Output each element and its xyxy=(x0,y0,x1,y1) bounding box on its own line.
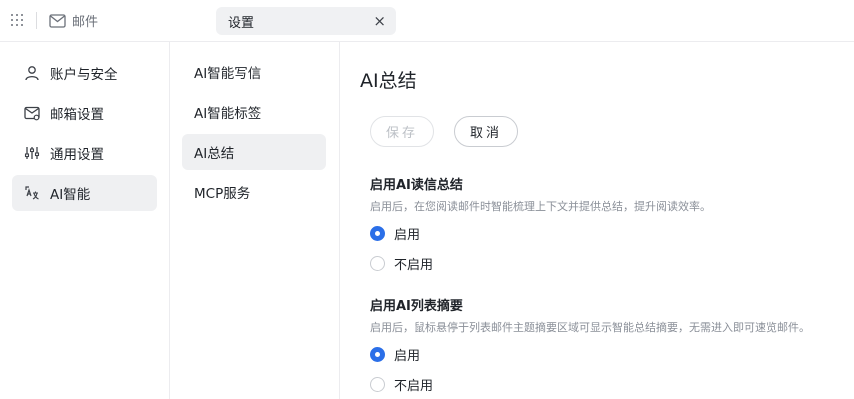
radio-button[interactable] xyxy=(370,346,385,362)
section-description: 启用后，鼠标悬停于列表邮件主题摘要区域可显示智能总结摘要，无需进入即可速览邮件。 xyxy=(370,321,810,334)
sidebar-item-label: 通用设置 xyxy=(50,147,104,163)
radio-button[interactable] xyxy=(370,376,385,392)
mail-icon xyxy=(49,13,66,28)
cancel-button[interactable]: 取消 xyxy=(454,116,518,147)
sidebar-item-label: 邮箱设置 xyxy=(50,107,104,123)
save-button[interactable]: 保存 xyxy=(370,116,434,147)
tab-label: 设置 xyxy=(228,15,255,31)
sidebar-item-general-settings[interactable]: 通用设置 xyxy=(12,135,157,171)
top-divider xyxy=(36,12,37,29)
sidebar-item-label: AI智能 xyxy=(50,187,91,203)
ai-translate-icon xyxy=(24,185,40,201)
radio-label: 不启用 xyxy=(394,378,434,394)
settings-sidebar: 账户与安全 邮箱设置 通用设置 AI智能 xyxy=(0,42,170,399)
radio-option-enable[interactable]: 启用 xyxy=(370,218,711,248)
sidebar-item-mailbox-settings[interactable]: 邮箱设置 xyxy=(12,95,157,131)
section-list-summary: 启用AI列表摘要 启用后，鼠标悬停于列表邮件主题摘要区域可显示智能总结摘要，无需… xyxy=(370,295,810,399)
top-bar: 邮件 设置 × xyxy=(0,0,854,42)
mail-app-brand[interactable]: 邮件 xyxy=(49,11,98,30)
subnav-item-ai-tags[interactable]: AI智能标签 xyxy=(182,94,326,130)
sidebar-item-account-security[interactable]: 账户与安全 xyxy=(12,55,157,91)
user-icon xyxy=(24,65,40,81)
radio-option-enable[interactable]: 启用 xyxy=(370,339,810,369)
radio-option-disable[interactable]: 不启用 xyxy=(370,369,810,399)
radio-button[interactable] xyxy=(370,255,385,271)
radio-button[interactable] xyxy=(370,225,385,241)
close-icon[interactable]: × xyxy=(373,13,386,29)
app-name: 邮件 xyxy=(72,15,99,30)
sliders-icon xyxy=(24,145,40,161)
radio-option-disable[interactable]: 不启用 xyxy=(370,248,711,278)
section-read-summary: 启用AI读信总结 启用后，在您阅读邮件时智能梳理上下文并提供总结，提升阅读效率。… xyxy=(370,174,711,278)
sidebar-item-ai[interactable]: AI智能 xyxy=(12,175,157,211)
subnav-item-ai-writing[interactable]: AI智能写信 xyxy=(182,54,326,90)
tab-settings[interactable]: 设置 × xyxy=(216,7,396,35)
settings-content: AI总结 保存 取消 启用AI读信总结 启用后，在您阅读邮件时智能梳理上下文并提… xyxy=(340,42,854,399)
subnav-item-ai-summary[interactable]: AI总结 xyxy=(182,134,326,170)
section-title: 启用AI列表摘要 xyxy=(370,299,463,314)
sidebar-item-label: 账户与安全 xyxy=(50,67,118,83)
ai-subnav: AI智能写信 AI智能标签 AI总结 MCP服务 xyxy=(170,42,340,399)
section-description: 启用后，在您阅读邮件时智能梳理上下文并提供总结，提升阅读效率。 xyxy=(370,200,711,213)
section-title: 启用AI读信总结 xyxy=(370,178,463,193)
radio-label: 启用 xyxy=(394,227,421,243)
radio-label: 不启用 xyxy=(394,257,434,273)
subnav-item-mcp-service[interactable]: MCP服务 xyxy=(182,174,326,210)
radio-label: 启用 xyxy=(394,348,421,364)
page-title: AI总结 xyxy=(360,70,417,92)
app-grid-icon[interactable] xyxy=(11,14,25,28)
mailbox-settings-icon xyxy=(24,105,40,121)
